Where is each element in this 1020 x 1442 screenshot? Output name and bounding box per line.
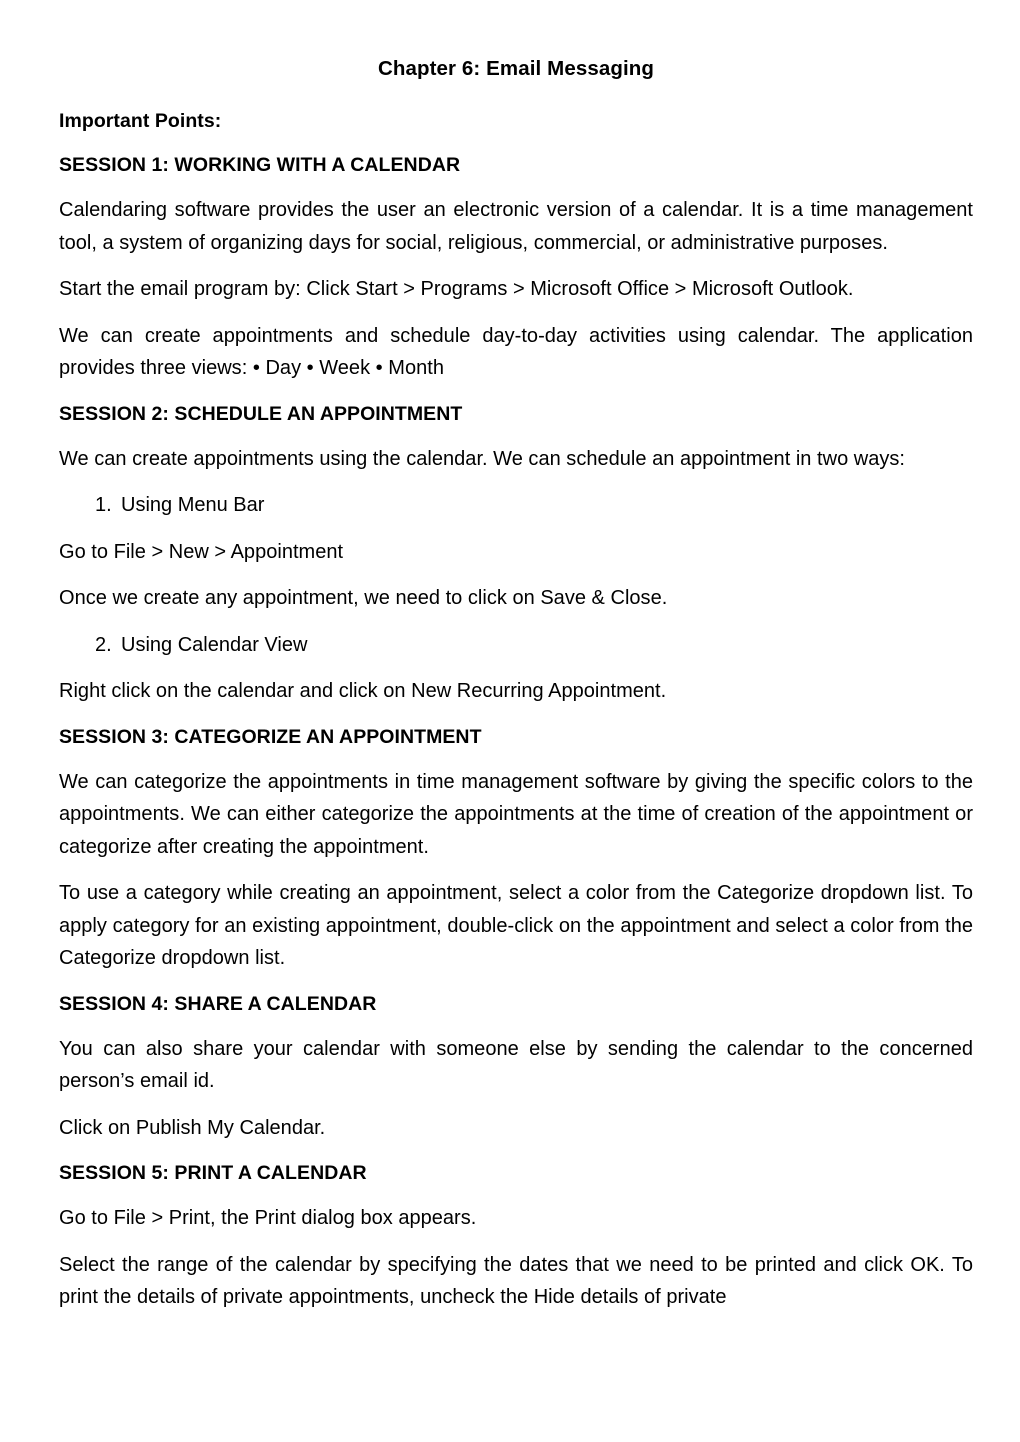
list-item-number: 2.	[95, 633, 112, 656]
session-2-paragraph-1: We can create appointments using the cal…	[59, 447, 906, 470]
session-3-paragraph-1: We can categorize the appointments in ti…	[59, 770, 973, 858]
session-2-save-close-note: Once we create any appointment, we need …	[59, 587, 668, 609]
document-body: Chapter 6: Email Messaging Important Poi…	[59, 54, 973, 1328]
session-2-heading: SESSION 2: SCHEDULE AN APPOINTMENT	[59, 402, 463, 425]
session-2-menu-path: Go to File > New > Appointment	[59, 540, 344, 563]
session-5-paragraph-1: Go to File > Print, the Print dialog box…	[59, 1207, 477, 1229]
page-title: Chapter 6: Email Messaging	[377, 57, 654, 80]
document-page: Chapter 6: Email Messaging Important Poi…	[0, 0, 1020, 1442]
session-1-paragraph-3: We can create appointments and schedule …	[59, 324, 973, 380]
session-4-heading: SESSION 4: SHARE A CALENDAR	[59, 992, 377, 1015]
list-item-label: Using Calendar View	[121, 633, 308, 656]
list-item: 1. Using Menu Bar	[59, 489, 973, 522]
session-1-heading: SESSION 1: WORKING WITH A CALENDAR	[59, 154, 461, 176]
list-item-label: Using Menu Bar	[121, 494, 265, 516]
session-4-paragraph-1: You can also share your calendar with so…	[59, 1037, 973, 1093]
session-1-paragraph-1: Calendaring software provides the user a…	[59, 199, 973, 254]
session-5-paragraph-2: Select the range of the calendar by spec…	[59, 1253, 973, 1309]
session-1-paragraph-2: Start the email program by: Click Start …	[59, 278, 854, 300]
session-5-heading: SESSION 5: PRINT A CALENDAR	[59, 1162, 367, 1184]
important-points-heading: Important Points:	[59, 110, 222, 132]
session-3-heading: SESSION 3: CATEGORIZE AN APPOINTMENT	[59, 725, 482, 748]
list-item: 2. Using Calendar View	[59, 629, 973, 662]
session-4-paragraph-2: Click on Publish My Calendar.	[59, 1116, 326, 1139]
list-item-number: 1.	[95, 494, 112, 516]
session-2-recurring-note: Right click on the calendar and click on…	[59, 680, 667, 702]
session-3-paragraph-2: To use a category while creating an appo…	[59, 882, 973, 969]
